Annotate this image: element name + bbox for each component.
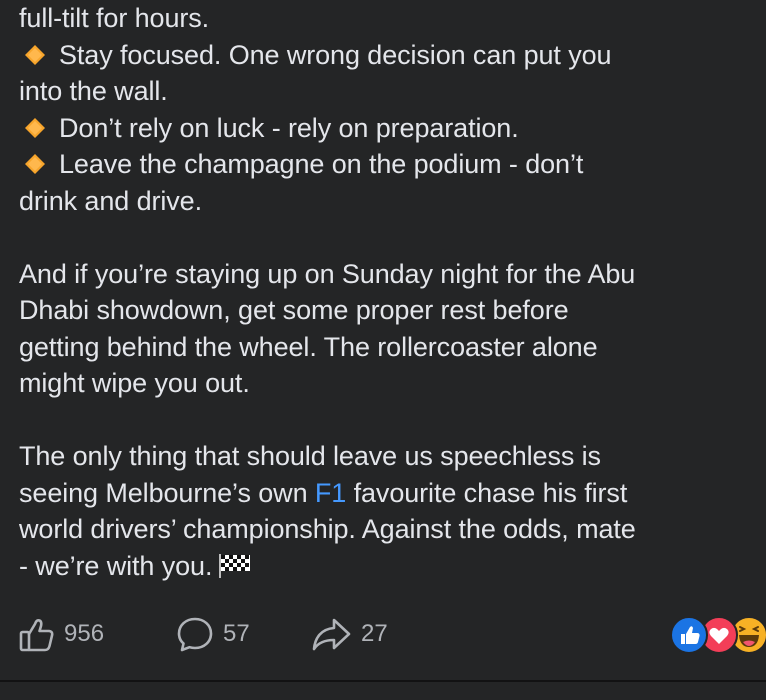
post-line: drink and drive.: [19, 183, 759, 220]
thumbs-up-icon: [19, 619, 54, 652]
like-button[interactable]: 956: [18, 612, 104, 656]
post-text-segment: Dhabi showdown, get some proper rest bef…: [19, 295, 569, 325]
divider: [0, 680, 766, 682]
comment-button[interactable]: 57: [175, 612, 250, 656]
post-line: world drivers’ championship. Against the…: [19, 511, 759, 548]
comment-bubble-icon: [177, 617, 213, 652]
post-text-segment: And if you’re staying up on Sunday night…: [19, 258, 636, 289]
chequered-flag-icon: [219, 553, 251, 578]
comment-count: 57: [223, 620, 250, 647]
post-text-segment: Leave the champagne on the podium - don’…: [59, 149, 584, 179]
post-text-segment: The only thing that should leave us spee…: [19, 441, 601, 471]
post-line: Dhabi showdown, get some proper rest bef…: [19, 292, 759, 329]
post-line: seeing Melbourne’s own F1 favourite chas…: [19, 475, 759, 512]
post-line: might wipe you out.: [19, 365, 759, 402]
bullet-line: Leave the champagne on the podium - don’…: [19, 146, 759, 183]
share-count: 27: [361, 620, 388, 647]
post-action-bar: 956 57 27: [0, 612, 766, 656]
post-line: full-tilt for hours.: [19, 0, 759, 37]
reaction-summary[interactable]: [670, 615, 766, 654]
post-text-segment: - we’re with you.: [19, 550, 213, 581]
bullet-line: Stay focused. One wrong decision can put…: [19, 37, 759, 74]
post-line: And if you’re staying up on Sunday night…: [19, 256, 759, 293]
like-reaction-icon: [670, 616, 708, 654]
post-text-segment: might wipe you out.: [19, 368, 250, 398]
post-line: - we’re with you.: [19, 548, 759, 585]
post-text-segment: Stay focused. One wrong decision can put…: [59, 39, 612, 70]
bullet-line: Don’t rely on luck - rely on preparation…: [19, 110, 759, 147]
post-text: full-tilt for hours. Stay focused. One w…: [19, 0, 759, 584]
orange-diamond-icon: [25, 44, 45, 65]
like-count: 956: [64, 620, 105, 647]
hashtag-link-f1[interactable]: F1: [315, 478, 346, 508]
post-text-segment: seeing Melbourne’s own: [19, 477, 315, 508]
post-text-segment: Don’t rely on luck - rely on preparation…: [59, 112, 519, 143]
post-line: getting behind the wheel. The rollercoas…: [19, 329, 759, 366]
share-button[interactable]: 27: [311, 612, 388, 656]
post-text-segment: drink and drive.: [19, 185, 202, 216]
post-text-segment: world drivers’ championship. Against the…: [19, 514, 636, 544]
orange-diamond-icon: [25, 117, 45, 138]
post-text-segment: favourite chase his first: [346, 477, 628, 508]
post-text-segment: into the wall.: [19, 76, 168, 106]
post-line: into the wall.: [19, 73, 759, 110]
post-text-segment: full-tilt for hours.: [19, 3, 210, 33]
post-text-segment: getting behind the wheel. The rollercoas…: [19, 331, 598, 362]
post-line: The only thing that should leave us spee…: [19, 438, 759, 475]
share-arrow-icon: [312, 618, 351, 651]
orange-diamond-icon: [25, 154, 45, 174]
